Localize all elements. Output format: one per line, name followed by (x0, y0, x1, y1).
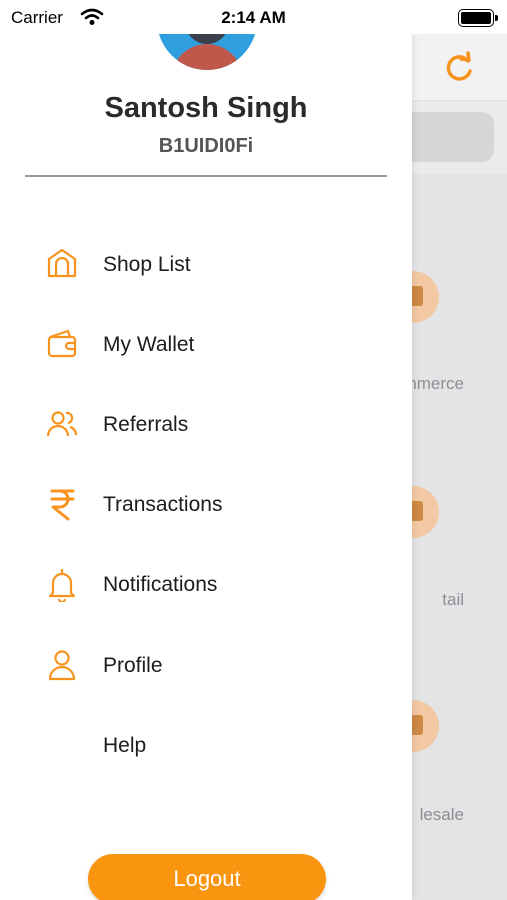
menu-item-label: Help (103, 734, 147, 757)
menu-item-transactions[interactable]: Transactions (0, 474, 412, 534)
menu-item-shop-list[interactable]: Shop List (0, 234, 412, 294)
bell-icon (48, 568, 76, 602)
status-time: 2:14 AM (221, 8, 286, 27)
menu-item-label: Shop List (103, 253, 191, 276)
menu-item-label: Notifications (103, 573, 218, 596)
menu-item-my-wallet[interactable]: My Wallet (0, 314, 412, 374)
menu-item-help[interactable]: Help (0, 715, 412, 775)
battery-icon (458, 9, 498, 27)
rupee-icon (50, 489, 75, 521)
referrals-icon (46, 411, 78, 437)
avatar[interactable] (157, 34, 257, 70)
menu-item-referrals[interactable]: Referrals (0, 394, 412, 454)
navigation-drawer: Santosh Singh B1UIDI0Fi Shop List My Wal… (0, 34, 412, 900)
menu-item-label: My Wallet (103, 333, 195, 356)
divider (25, 175, 387, 177)
menu-item-notifications[interactable]: Notifications (0, 554, 412, 614)
user-name: Santosh Singh (104, 92, 308, 124)
logout-button[interactable]: Logout (88, 854, 326, 900)
menu-item-profile[interactable]: Profile (0, 635, 412, 695)
menu-item-label: Profile (103, 654, 163, 677)
menu-item-label: Referrals (103, 413, 189, 436)
user-code: B1UIDI0Fi (158, 135, 254, 157)
wallet-icon (47, 329, 77, 358)
shop-icon (47, 248, 77, 278)
status-bar: Carrier 2:14 AM (0, 0, 507, 34)
refresh-icon[interactable] (441, 50, 477, 86)
menu-item-label: Transactions (103, 493, 223, 516)
user-icon (48, 650, 76, 681)
